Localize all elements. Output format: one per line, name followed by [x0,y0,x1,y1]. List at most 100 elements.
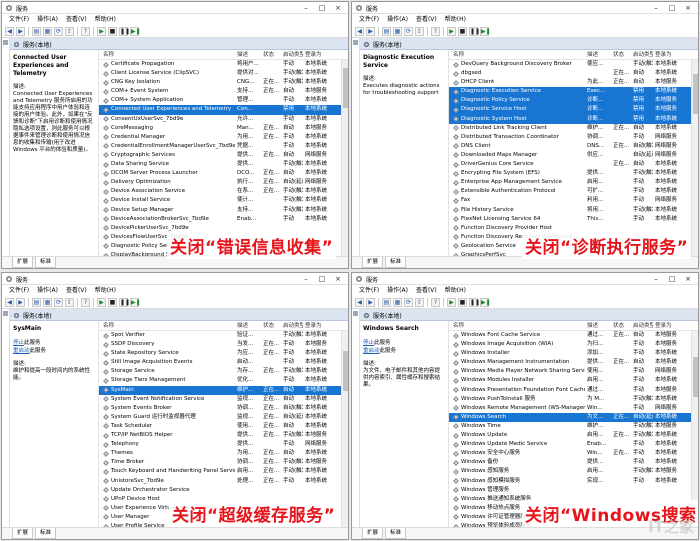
menu-item[interactable]: 操作(A) [383,14,412,25]
menu-item[interactable]: 查看(V) [412,14,441,25]
stop-icon[interactable]: ■ [108,26,117,36]
minimize-icon[interactable]: – [298,273,314,285]
table-row[interactable]: DevQuery Background Discovery Broker 使应..… [449,60,698,69]
table-row[interactable]: Themes 为用... 正在... 自动 本地系统 [99,449,348,458]
table-row[interactable]: Device Association Service 在系... 正在... 手动(触… [99,187,348,196]
restart-icon[interactable]: ▶❚ [480,297,491,307]
start-icon[interactable]: ▶ [447,297,456,307]
table-row[interactable]: DHCP Client 为此... 正在... 自动 本地服务 [449,78,698,87]
table-row[interactable]: File History Service 将用... 手动(触发...本地系统 [449,206,698,215]
table-row[interactable]: Diagnostic Execution Service Exec... 禁用 本地系… [449,87,698,97]
menu-item[interactable]: 帮助(H) [91,14,120,25]
menu-item[interactable]: 查看(V) [62,285,91,296]
menu-item[interactable]: 查看(V) [62,14,91,25]
tab-standard[interactable]: 标准 [385,528,407,539]
table-row[interactable]: Fax 利用... 手动 网络服务 [449,196,698,205]
table-row[interactable]: Touch Keyboard and Handwriting Panel Ser… [99,467,348,476]
column-name[interactable]: 名称 [449,321,585,330]
table-row[interactable]: Credential Manager 为用... 正在... 手动 本地系统 [99,133,348,142]
restart-icon[interactable]: ▶❚ [130,26,141,36]
table-row[interactable]: SSDP Discovery 当发... 正在... 手动 本地服务 [99,340,348,349]
column-description[interactable]: 描述 [585,50,613,59]
table-row[interactable]: Windows 感知服务 启用... 手动(触发...本地服务 [449,467,698,476]
table-row[interactable]: Windows Modules Installer 启用... 手动 本地系统 [449,376,698,385]
table-row[interactable]: Windows Search 为文... 正在... 自动(延迟...本地系统 [449,412,698,422]
back-icon[interactable]: ◀ [355,26,364,36]
table-row[interactable]: Extensible Authentication Protocol 可扩... 手… [449,187,698,196]
tree-node-icon[interactable] [3,40,8,45]
scrollbar-thumb[interactable] [343,351,348,391]
column-description[interactable]: 描述 [235,321,263,330]
table-row[interactable]: Client License Service (ClipSVC) 提供对... 手动… [99,69,348,78]
table-row[interactable]: Windows Management Instrumentation 提供... 正… [449,358,698,367]
table-row[interactable]: dbgsed 正在... 自动 本地系统 [449,69,698,78]
restart-icon[interactable]: ▶❚ [130,297,141,307]
table-row[interactable]: Windows Image Acquisition (WIA) 为扫... 手动 本地… [449,340,698,349]
help-icon[interactable]: ? [81,297,90,307]
table-row[interactable]: UnistoreSvc_7bd9e 处理... 正在... 手动 本地系统 [99,477,348,486]
table-row[interactable]: DNS Client DNS... 正在... 自动(触发...网络服务 [449,142,698,151]
scrollbar-thumb[interactable] [343,68,348,108]
menu-item[interactable]: 帮助(H) [91,285,120,296]
menu-item[interactable]: 操作(A) [383,285,412,296]
table-row[interactable]: Telephony 提供... 手动 网络服务 [99,440,348,449]
column-log-on-as[interactable]: 登录为 [653,50,693,59]
table-row[interactable]: Windows 安全中心服务 Win... 正在... 手动 本地系统 [449,449,698,458]
table-row[interactable]: Downloaded Maps Manager 供应... 自动(延迟...网络服务 [449,151,698,160]
pause-icon[interactable]: ❚❚ [469,26,480,36]
column-name[interactable]: 名称 [99,50,235,59]
restart-service-link[interactable]: 重启动 [363,348,380,354]
tab-extended[interactable]: 扩展 [362,257,384,268]
table-row[interactable]: Spot Verifier 验证... 手动(触发...本地系统 [99,331,348,340]
properties-icon[interactable]: ▦ [43,297,52,307]
table-row[interactable]: Windows Update 启用... 正在... 手动(触发...本地系统 [449,431,698,440]
column-status[interactable]: 状态 [613,50,629,59]
table-row[interactable]: Windows PushToInstall 服务 为 M... 手动(触发...本地… [449,395,698,404]
forward-icon[interactable]: ▶ [366,297,375,307]
table-row[interactable]: Windows Presentation Foundation Font Cac… [449,386,698,395]
scrollbar-thumb[interactable] [693,357,698,397]
column-log-on-as[interactable]: 登录为 [653,321,693,330]
table-row[interactable]: System Event Notification Service 监视... 正在… [99,395,348,404]
forward-icon[interactable]: ▶ [16,297,25,307]
table-row[interactable]: DeviceAssociationBrokerSvc_7bd9e Enab... 手… [99,215,348,224]
table-row[interactable]: Windows Font Cache Service 通过... 正在... 自动 本地… [449,331,698,340]
close-icon[interactable]: × [680,273,696,285]
menu-item[interactable]: 查看(V) [412,285,441,296]
table-row[interactable]: DCOM Server Process Launcher DCO... 正在... 自… [99,169,348,178]
table-row[interactable]: COM+ System Application 管理... 手动 本地系统 [99,96,348,105]
menu-item[interactable]: 操作(A) [33,285,62,296]
column-startup-type[interactable]: 启动类型 [629,50,653,59]
table-row[interactable]: Distributed Link Tracking Client 维护... 正在.… [449,124,698,133]
pause-icon[interactable]: ❚❚ [469,297,480,307]
tab-extended[interactable]: 扩展 [12,528,34,539]
close-icon[interactable]: × [680,2,696,14]
minimize-icon[interactable]: – [648,273,664,285]
help-icon[interactable]: ? [431,297,440,307]
console-tree-icon[interactable]: ▤ [382,297,391,307]
table-row[interactable]: Distributed Transaction Coordinator 协调...… [449,133,698,142]
table-row[interactable]: CredentialEnrollmentManagerUserSvc_7bd9e… [99,142,348,151]
forward-icon[interactable]: ▶ [16,26,25,36]
export-icon[interactable]: ⇪ [65,297,74,307]
column-name[interactable]: 名称 [99,321,235,330]
minimize-icon[interactable]: – [298,2,314,14]
restart-icon[interactable]: ▶❚ [480,26,491,36]
properties-icon[interactable]: ▦ [43,26,52,36]
scrollbar-thumb[interactable] [693,74,698,114]
table-row[interactable]: Windows Remote Management (WS-Management… [449,404,698,413]
table-row[interactable]: Task Scheduler 使用... 正在... 自动 本地系统 [99,422,348,431]
table-row[interactable]: Windows 管理服务 [449,486,698,495]
menu-item[interactable]: 文件(F) [5,285,33,296]
table-row[interactable]: Windows Time 维护... 手动(触发...本地服务 [449,422,698,431]
table-row[interactable]: Certificate Propagation 将用户... 手动 本地系统 [99,60,348,69]
table-row[interactable]: ConsentUxUserSvc_7bd9e 允许... 手动 本地系统 [99,115,348,124]
table-row[interactable]: Delivery Optimization 执行... 正在... 自动(延迟...网… [99,178,348,187]
column-startup-type[interactable]: 启动类型 [279,321,303,330]
table-row[interactable]: Update Orchestrator Service [99,486,348,495]
back-icon[interactable]: ◀ [5,297,14,307]
column-description[interactable]: 描述 [235,50,263,59]
table-row[interactable]: Windows Update Medic Service Enab... 手动 本地系… [449,440,698,449]
start-icon[interactable]: ▶ [447,26,456,36]
close-icon[interactable]: × [330,273,346,285]
